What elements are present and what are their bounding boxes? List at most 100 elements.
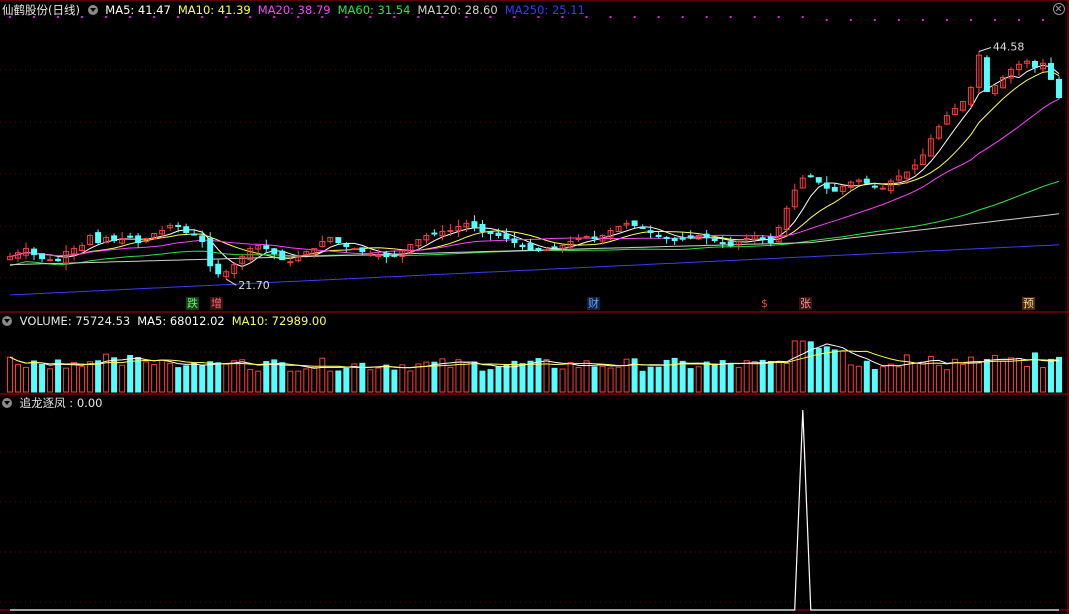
candle (991, 84, 998, 96)
volume-bar (487, 369, 494, 393)
volume-bar (999, 360, 1006, 393)
volume-bar (695, 366, 702, 393)
volume-bar (351, 363, 358, 393)
candle-body (1056, 78, 1062, 99)
candle (103, 235, 110, 244)
volume-bar (687, 368, 694, 393)
candle-body (175, 224, 182, 227)
candle (119, 231, 126, 245)
candle-body (207, 238, 214, 267)
volume-bar (63, 367, 70, 393)
volume-bar (751, 360, 758, 393)
stock-title: 仙鹤股份(日线) (2, 3, 80, 17)
volume-bar (743, 360, 750, 393)
volume-bar (399, 364, 406, 393)
volume-bar (1039, 367, 1046, 393)
indicator-panel-header: 追龙逐凤 : 0.00 (2, 395, 109, 411)
volume-bar (639, 370, 646, 393)
panel-menu-icon[interactable] (87, 5, 98, 15)
volume-bar (775, 361, 782, 393)
candle (527, 238, 534, 251)
event-marker-2[interactable]: 财 (587, 297, 600, 310)
candle (807, 173, 814, 178)
candle (1023, 58, 1030, 69)
candle (791, 183, 798, 210)
candle (167, 223, 174, 231)
candle (703, 230, 710, 245)
candle-body (639, 226, 646, 229)
candle (303, 250, 310, 256)
candle-body (679, 237, 686, 240)
event-marker-5[interactable]: 预 (1022, 297, 1035, 310)
candle-body (727, 241, 734, 247)
close-icon[interactable] (1053, 3, 1065, 15)
candle-body (383, 252, 390, 258)
volume-bar (567, 361, 574, 393)
volume-bar (895, 366, 902, 393)
volume-bar (655, 366, 662, 393)
event-marker-1[interactable]: 增 (210, 297, 223, 310)
volume-bar (935, 364, 942, 393)
volume-bar (711, 363, 718, 393)
volume-bar (559, 368, 566, 393)
candle-body (367, 253, 374, 256)
candle-body (1048, 63, 1054, 80)
volume-bar (831, 349, 838, 393)
candle-body (871, 185, 878, 188)
panel-menu-icon[interactable] (2, 398, 12, 408)
volume-bar (671, 357, 678, 393)
volume-bar (759, 359, 766, 393)
price-panel-header: 仙鹤股份(日线) MA5: 41.47 MA10: 41.39 MA20: 38.7… (2, 2, 592, 18)
candle (751, 231, 758, 244)
candle (23, 242, 30, 260)
candle (351, 247, 358, 251)
candle (671, 236, 678, 245)
volume-bar (391, 369, 398, 393)
candle-body (487, 231, 494, 234)
volume-legend: VOLUME: 75724.53 MA5: 68012.02 MA10: 72989… (20, 314, 334, 328)
ma-label-2: MA20: 38.79 (257, 3, 331, 17)
indicator-spike-line (10, 409, 1059, 611)
volume-bar (679, 360, 686, 393)
top-dot (729, 16, 732, 18)
candle-body (95, 232, 102, 244)
volume-bar (855, 365, 862, 393)
candle (295, 250, 302, 263)
candle (631, 220, 638, 229)
volume-bar (615, 366, 622, 393)
volume-bar (367, 369, 374, 393)
candle-body (631, 220, 638, 226)
candle-body (479, 223, 486, 232)
ma-label-1: MA10: 41.39 (177, 3, 251, 17)
top-dot (609, 16, 612, 18)
candle-body (719, 242, 726, 245)
volume-bar (207, 361, 214, 393)
candle-body (391, 254, 398, 257)
candle-body (183, 226, 190, 233)
candle-body (807, 175, 814, 178)
candle-body (503, 233, 510, 240)
volume-bar (343, 367, 350, 393)
candle-body (671, 238, 678, 242)
volume-bar (847, 364, 854, 393)
volume-bar (575, 366, 582, 393)
volume-bar (15, 364, 21, 393)
indicator-legend: 追龙逐凤 : 0.00 (20, 396, 110, 410)
candle (623, 220, 630, 229)
event-marker-4[interactable]: 张 (799, 297, 812, 310)
candle-body (55, 258, 62, 262)
volume-bar (103, 353, 110, 393)
stock-chart[interactable]: 44.58 21.70 (0, 0, 1069, 614)
candle-body (31, 248, 38, 256)
event-marker-3[interactable]: $ (760, 297, 769, 310)
candle-body (815, 177, 822, 183)
panel-menu-icon[interactable] (2, 316, 12, 326)
event-marker-0[interactable]: 跌 (186, 297, 199, 310)
candle-body (191, 233, 198, 236)
volume-bar (255, 370, 262, 393)
candle (1056, 76, 1062, 100)
volume-bar (151, 364, 158, 393)
candle (959, 100, 966, 113)
ma-label-4: MA120: 28.60 (417, 3, 498, 17)
ma60-line (9, 180, 1060, 267)
